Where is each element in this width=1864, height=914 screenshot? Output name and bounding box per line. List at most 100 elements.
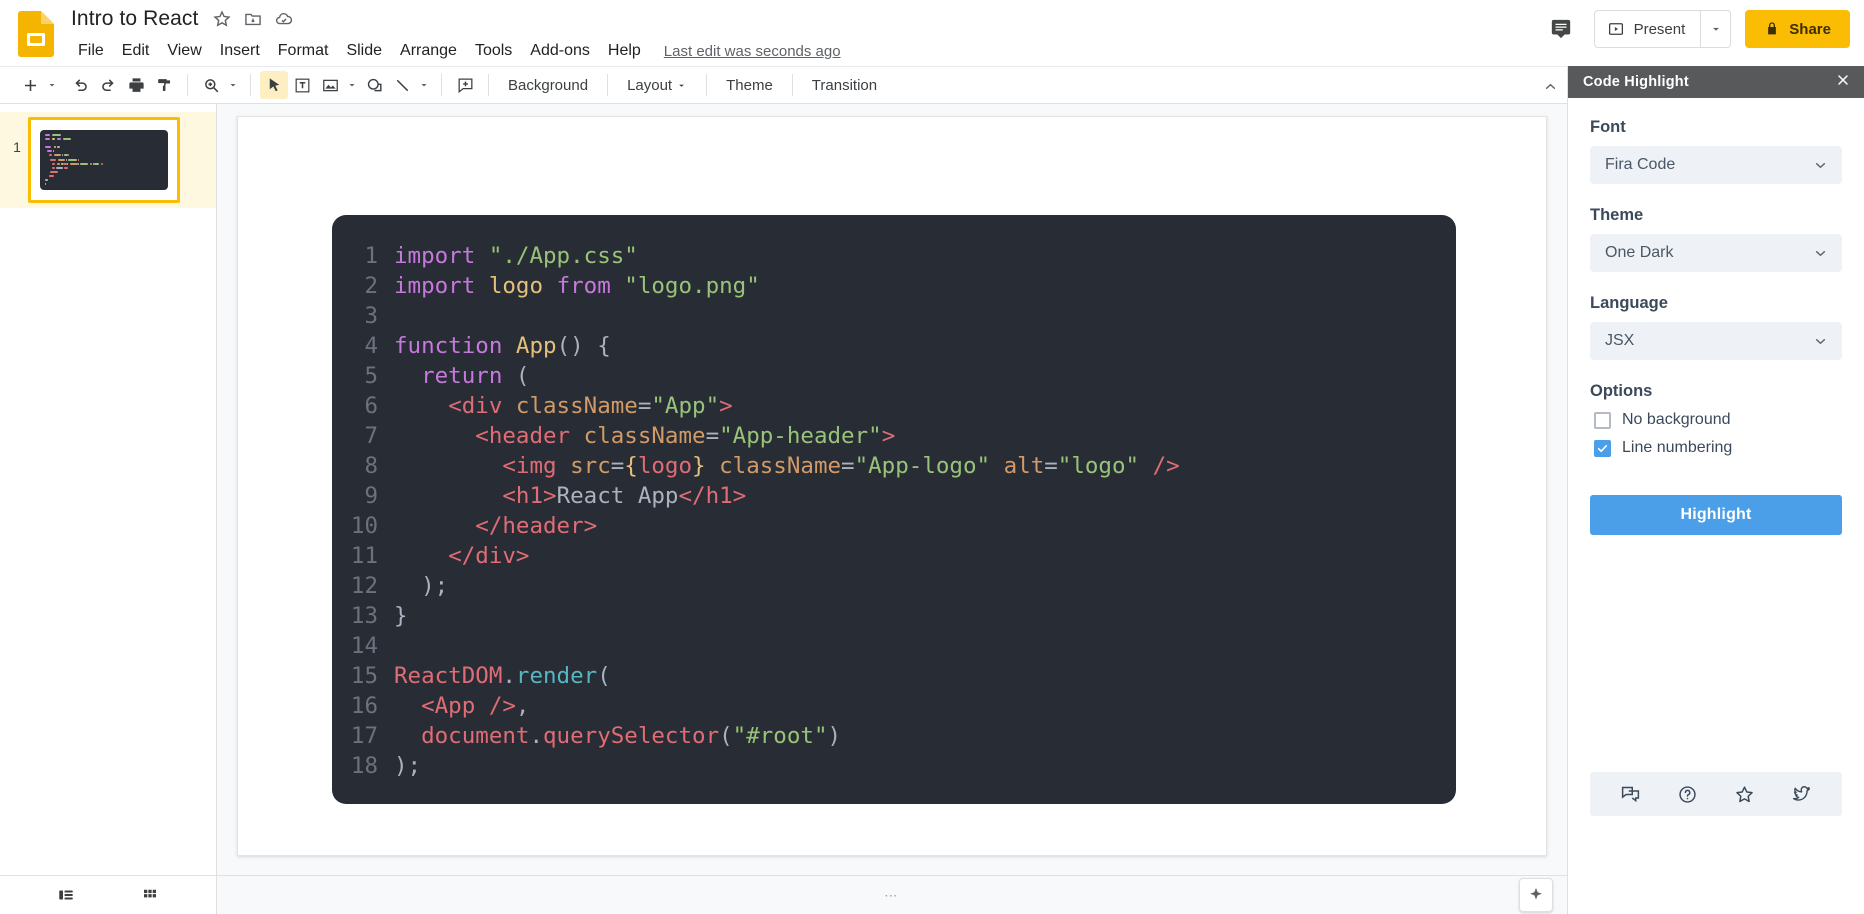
code-line: 1import "./App.css" (332, 241, 1456, 271)
thumbnail-code-line (45, 171, 163, 173)
cloud-saved-icon[interactable] (274, 9, 294, 29)
select-tool-button[interactable] (260, 71, 288, 99)
code-line-number: 3 (332, 301, 394, 331)
line-numbering-checkbox[interactable]: Line numbering (1594, 439, 1842, 457)
close-icon[interactable] (1833, 72, 1853, 92)
code-line-text: <header className="App-header"> (394, 421, 895, 451)
code-line-number: 5 (332, 361, 394, 391)
layout-button[interactable]: Layout (617, 72, 697, 99)
menu-bar: File Edit View Insert Format Slide Arran… (69, 38, 841, 64)
menu-view[interactable]: View (158, 38, 210, 64)
slide-filmstrip[interactable]: 1 (0, 104, 217, 875)
explore-sparkle-icon[interactable] (1519, 878, 1553, 912)
code-line: 5 return ( (332, 361, 1456, 391)
menu-file[interactable]: File (69, 38, 113, 64)
slide-canvas[interactable]: 1import "./App.css"2import logo from "lo… (237, 116, 1547, 856)
line-button[interactable] (388, 71, 416, 99)
rate-star-icon[interactable] (1734, 784, 1755, 805)
code-line-number: 7 (332, 421, 394, 451)
share-button[interactable]: Share (1745, 10, 1850, 48)
code-line: 14 (332, 631, 1456, 661)
font-label: Font (1590, 118, 1842, 137)
shape-button[interactable] (360, 71, 388, 99)
thumbnail-code-line (45, 138, 163, 140)
last-edit-status[interactable]: Last edit was seconds ago (664, 43, 841, 60)
menu-help[interactable]: Help (599, 38, 650, 64)
menu-edit[interactable]: Edit (113, 38, 159, 64)
present-button[interactable]: Present (1595, 11, 1701, 47)
feedback-icon[interactable] (1620, 784, 1641, 805)
print-button[interactable] (122, 71, 150, 99)
star-icon[interactable] (212, 9, 232, 29)
theme-button[interactable]: Theme (716, 72, 783, 99)
code-line: 18); (332, 751, 1456, 781)
help-icon[interactable] (1677, 784, 1698, 805)
no-background-checkbox[interactable]: No background (1594, 411, 1842, 429)
code-line: 16 <App />, (332, 691, 1456, 721)
code-line: 9 <h1>React App</h1> (332, 481, 1456, 511)
code-line-text: <h1>React App</h1> (394, 481, 746, 511)
code-line-number: 17 (332, 721, 394, 751)
chevron-down-icon (1812, 333, 1829, 350)
drag-handle[interactable]: ⋯ (884, 889, 900, 902)
top-bar: Intro to React (0, 0, 1864, 66)
menu-slide[interactable]: Slide (337, 38, 391, 64)
move-to-folder-icon[interactable] (243, 9, 263, 29)
panel-body: Font Fira Code Theme One Dark Language J… (1568, 98, 1864, 838)
lock-icon (1764, 21, 1780, 37)
code-line-text: import logo from "logo.png" (394, 271, 760, 301)
menu-insert[interactable]: Insert (211, 38, 269, 64)
menu-add-ons[interactable]: Add-ons (521, 38, 599, 64)
slide-thumbnail[interactable] (28, 117, 180, 203)
present-button-group: Present (1594, 10, 1732, 48)
text-box-button[interactable] (288, 71, 316, 99)
toolbar-separator (488, 74, 489, 96)
line-numbering-label: Line numbering (1622, 439, 1732, 457)
code-line-text: return ( (394, 361, 529, 391)
background-button[interactable]: Background (498, 72, 598, 99)
code-highlight-block[interactable]: 1import "./App.css"2import logo from "lo… (332, 215, 1456, 804)
add-comment-button[interactable] (451, 71, 479, 99)
insert-image-button[interactable] (316, 71, 344, 99)
new-slide-chevron-down-icon[interactable] (44, 71, 60, 99)
highlight-button[interactable]: Highlight (1590, 495, 1842, 535)
language-select[interactable]: JSX (1590, 322, 1842, 360)
present-dropdown-chevron-down-icon[interactable] (1700, 11, 1730, 47)
font-select[interactable]: Fira Code (1590, 146, 1842, 184)
insert-image-chevron-down-icon[interactable] (344, 71, 360, 99)
slides-logo-icon[interactable] (18, 11, 54, 57)
zoom-button[interactable] (197, 71, 225, 99)
new-slide-button[interactable] (16, 71, 44, 99)
theme-select[interactable]: One Dark (1590, 234, 1842, 272)
comment-history-icon[interactable] (1542, 10, 1580, 48)
toolbar-collapse-chevron-up-icon[interactable] (1536, 72, 1564, 100)
toolbar-separator (792, 74, 793, 96)
code-line-number: 13 (332, 601, 394, 631)
thumbnail-code-line (45, 142, 163, 144)
list-item[interactable]: 1 (0, 112, 216, 208)
filmstrip-view-icon[interactable] (52, 881, 80, 909)
grid-view-icon[interactable] (136, 881, 164, 909)
chevron-down-icon (1812, 245, 1829, 262)
zoom-chevron-down-icon[interactable] (225, 71, 241, 99)
undo-button[interactable] (66, 71, 94, 99)
chevron-down-icon (1812, 157, 1829, 174)
redo-button[interactable] (94, 71, 122, 99)
twitter-icon[interactable] (1791, 784, 1812, 805)
code-line-text: <img src={logo} className="App-logo" alt… (394, 451, 1180, 481)
top-bar-actions: Present Share (1542, 10, 1850, 48)
page-title[interactable]: Intro to React (68, 5, 201, 33)
paint-format-button[interactable] (150, 71, 178, 99)
code-line: 8 <img src={logo} className="App-logo" a… (332, 451, 1456, 481)
line-chevron-down-icon[interactable] (416, 71, 432, 99)
menu-tools[interactable]: Tools (466, 38, 521, 64)
checkbox-box-checked (1594, 440, 1611, 457)
menu-arrange[interactable]: Arrange (391, 38, 466, 64)
panel-footer (1590, 772, 1842, 816)
panel-header: Code Highlight (1568, 66, 1864, 98)
code-line-text: document.querySelector("#root") (394, 721, 841, 751)
code-highlight-panel: Code Highlight Font Fira Code Theme One … (1567, 66, 1864, 914)
menu-format[interactable]: Format (269, 38, 338, 64)
speaker-notes-drag-area[interactable]: ⋯ (217, 876, 1567, 914)
transition-button[interactable]: Transition (802, 72, 887, 99)
